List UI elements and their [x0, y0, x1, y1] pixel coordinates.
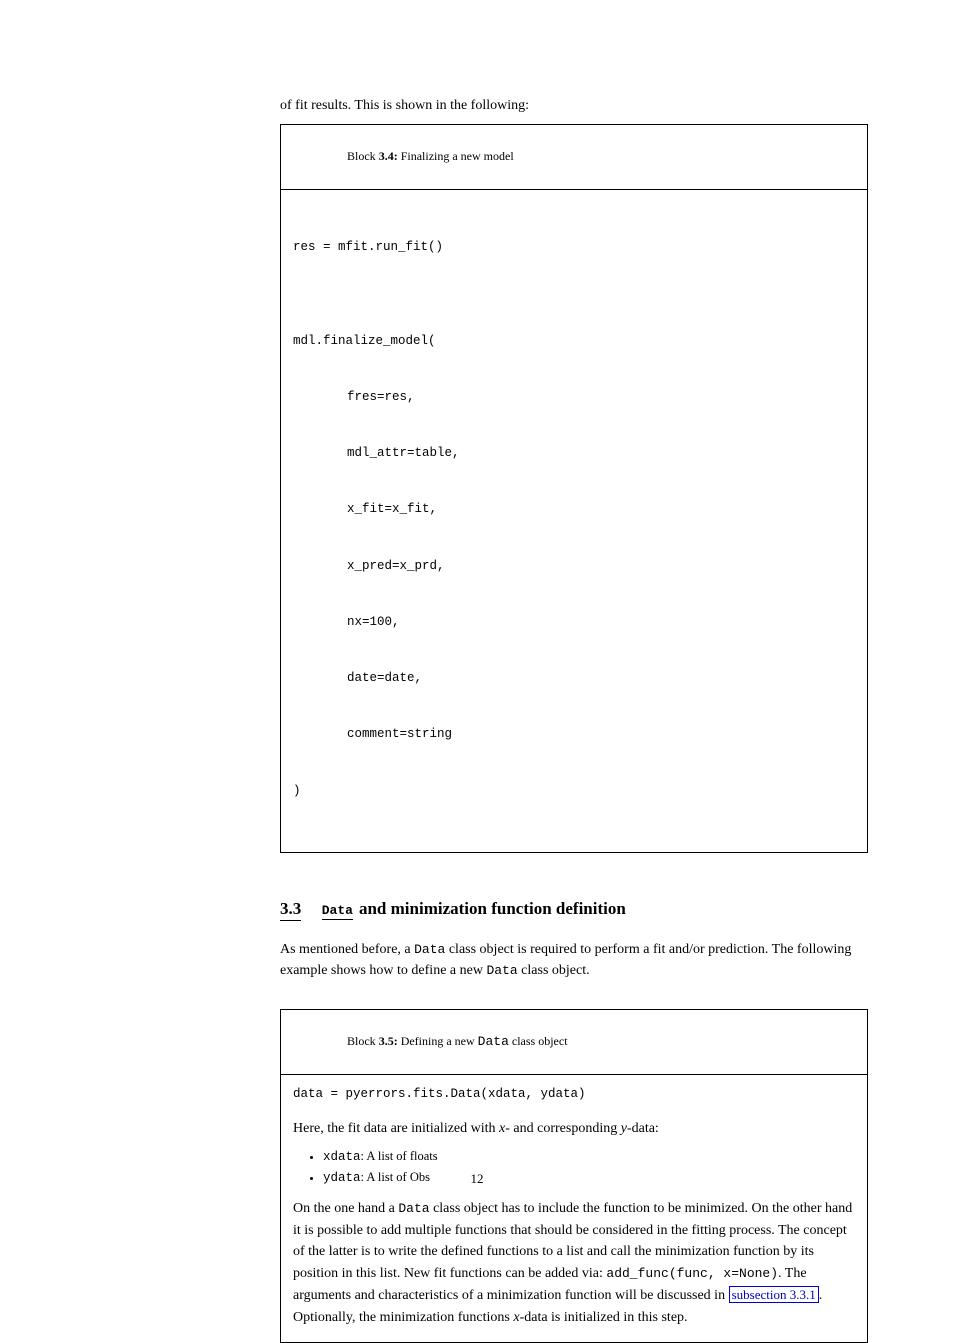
- code-line: x_fit=x_fit,: [293, 500, 855, 519]
- code-line: data = pyerrors.fits.Data(xdata, ydata): [293, 1085, 855, 1104]
- code-block-3-4-title: Block 3.4: Finalizing a new model: [281, 125, 867, 190]
- page-number: 12: [0, 1171, 954, 1187]
- code-line: comment=string: [293, 725, 855, 744]
- code-line: date=date,: [293, 669, 855, 688]
- content-column: of fit results. This is shown in the fol…: [280, 95, 868, 1343]
- code-block-3-4-label: Block 3.4: Finalizing a new model: [347, 149, 514, 163]
- page: of fit results. This is shown in the fol…: [0, 0, 954, 1235]
- code-line: mdl.finalize_model(: [293, 332, 855, 351]
- section-intro-para: As mentioned before, a Data class object…: [280, 939, 868, 981]
- code-block-3-4: Block 3.4: Finalizing a new model res = …: [280, 124, 868, 853]
- code-block-3-5-title: Block 3.5: Defining a new Data class obj…: [281, 1010, 867, 1075]
- intro-line: of fit results. This is shown in the fol…: [280, 95, 868, 116]
- section-number: 3.3: [280, 899, 301, 919]
- code-line: mdl_attr=table,: [293, 444, 855, 463]
- code-line: x_pred=x_prd,: [293, 557, 855, 576]
- xref-subsection-3-3-1[interactable]: subsection 3.3.1: [729, 1286, 819, 1303]
- code-line: res = mfit.run_fit(): [293, 238, 855, 257]
- code-block-3-4-body: res = mfit.run_fit() mdl.finalize_model(…: [281, 190, 867, 852]
- data-init-line: Here, the fit data are initialized with …: [293, 1118, 855, 1140]
- code-line: ): [293, 782, 855, 801]
- code-line: fres=res,: [293, 388, 855, 407]
- section-title-rest: and minimization function definition: [359, 899, 626, 919]
- section-heading-3-3: 3.3 Data and minimization function defin…: [280, 899, 868, 919]
- code-block-3-5-body: data = pyerrors.fits.Data(xdata, ydata) …: [281, 1075, 867, 1342]
- section-title-code: Data: [322, 903, 353, 918]
- data-explain-para: On the one hand a Data class object has …: [293, 1198, 855, 1328]
- code-line: nx=100,: [293, 613, 855, 632]
- list-item: xdata: A list of floats: [323, 1146, 855, 1167]
- code-block-3-5-label: Block 3.5: Defining a new Data class obj…: [347, 1034, 568, 1048]
